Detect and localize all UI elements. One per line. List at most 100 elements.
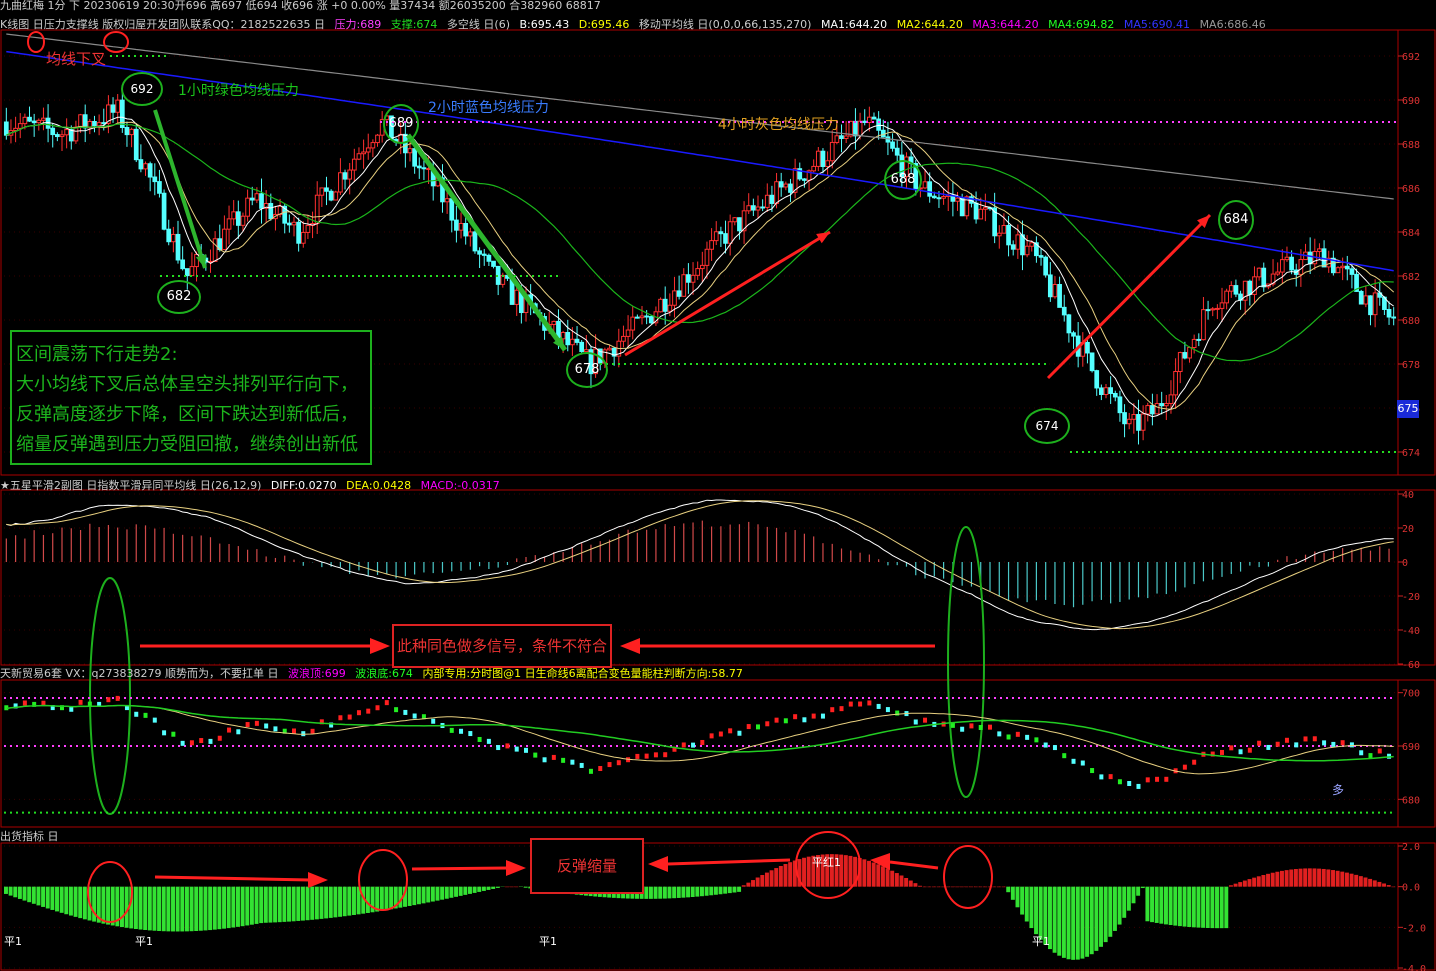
volume-bar — [175, 886, 180, 932]
volume-bar — [120, 886, 124, 928]
trade-block — [570, 759, 575, 765]
volume-bar — [1112, 886, 1117, 931]
volume-bar — [1038, 886, 1043, 940]
volume-bar — [1201, 886, 1206, 928]
candle-body — [1140, 413, 1146, 431]
volume-bar — [73, 886, 78, 917]
candle-body — [342, 172, 348, 180]
trade-block — [338, 715, 343, 721]
candle-body — [458, 223, 464, 231]
trade-block — [236, 729, 241, 735]
candle-body — [1089, 352, 1095, 372]
trade-block — [533, 752, 538, 758]
volume-bar — [101, 886, 106, 924]
y-tick-label: 690 — [1402, 742, 1420, 753]
candle-body — [31, 120, 37, 124]
volume-bar — [922, 886, 927, 888]
trade-block — [292, 728, 296, 734]
candle-body — [551, 320, 557, 326]
trade-block — [69, 706, 74, 712]
trade-block — [162, 730, 167, 736]
trade-block — [551, 754, 556, 760]
volume-bar — [27, 886, 32, 903]
candle-body — [333, 191, 339, 201]
flat-label-3: 平1 — [539, 935, 557, 948]
trade-block — [988, 724, 992, 730]
candle-body — [783, 183, 789, 188]
volume-bar — [1238, 882, 1243, 887]
trade-title: 天新贸易6套 VX：q273838279 顺势而为，不要扛单 日 — [0, 667, 279, 680]
candle-body — [41, 117, 46, 121]
trade-block — [653, 752, 658, 758]
candle-body — [843, 135, 849, 140]
candle-body — [328, 190, 334, 201]
volume-bar — [1219, 886, 1224, 929]
dea-value: DEA:0.0428 — [346, 479, 412, 492]
candle-body — [143, 163, 148, 170]
candle-body — [1052, 284, 1058, 298]
volume-bar — [8, 886, 13, 896]
candle-body — [59, 134, 65, 138]
candle-body — [1219, 302, 1225, 309]
volume-bar — [1349, 873, 1354, 887]
volume-bar — [1131, 886, 1136, 904]
candle-body — [1071, 332, 1076, 337]
volume-bar — [648, 886, 653, 899]
candle-body — [138, 159, 144, 170]
candle-body — [1112, 392, 1118, 398]
ma-cross-label: 均线下叉 — [46, 50, 107, 68]
trade-block — [486, 738, 491, 744]
trade-block — [394, 707, 399, 713]
candle-body — [922, 181, 928, 189]
candle-body — [853, 120, 858, 137]
volume-bar — [458, 886, 463, 896]
candle-body — [1136, 414, 1141, 431]
trade-block — [1117, 779, 1122, 785]
y-tick-label: 680 — [1402, 795, 1420, 806]
candle-body — [1247, 280, 1253, 295]
candle-body — [245, 197, 250, 217]
volume-bar — [468, 886, 472, 894]
trade-block — [960, 726, 965, 732]
candle-body — [1215, 307, 1220, 310]
volume-bar — [1303, 868, 1308, 887]
candle-body — [1182, 352, 1188, 359]
volume-bar — [1247, 879, 1252, 887]
volume-bar — [1372, 880, 1377, 887]
volume-bar — [1136, 886, 1141, 896]
y-tick-label: 40 — [1402, 490, 1414, 501]
volume-bar — [746, 882, 751, 887]
candle-body — [760, 206, 765, 209]
volume-bar — [440, 886, 445, 900]
volume-bar — [1001, 886, 1006, 888]
y-tick-label: 678 — [1402, 360, 1420, 371]
trade-block — [1043, 742, 1048, 748]
volume-bar — [78, 886, 83, 919]
candle-body — [1006, 224, 1011, 246]
volume-bar — [463, 886, 468, 895]
volume-bar — [472, 886, 477, 893]
vol-arrow-3 — [667, 858, 791, 866]
volume-bar — [1252, 877, 1257, 887]
candle-body — [1256, 267, 1262, 278]
candle-body — [1363, 295, 1369, 305]
candle-body — [472, 231, 478, 252]
candle-body — [152, 176, 158, 183]
candle-body — [68, 129, 74, 142]
candle-body — [110, 104, 116, 113]
trade-block — [264, 723, 269, 729]
volume-bar — [333, 886, 338, 918]
trade-block — [681, 742, 686, 748]
candle-body — [235, 211, 241, 226]
volume-bar — [1317, 868, 1322, 887]
candle-body — [829, 141, 835, 162]
volume-bar — [1196, 886, 1201, 928]
volume-bar — [287, 886, 291, 922]
trade-block — [152, 717, 157, 723]
volume-bar — [1298, 868, 1303, 887]
trade-block — [1220, 749, 1224, 755]
candle-body — [268, 203, 274, 220]
candle-body — [92, 120, 97, 127]
trade-block — [950, 722, 955, 728]
candle-body — [1317, 248, 1322, 253]
